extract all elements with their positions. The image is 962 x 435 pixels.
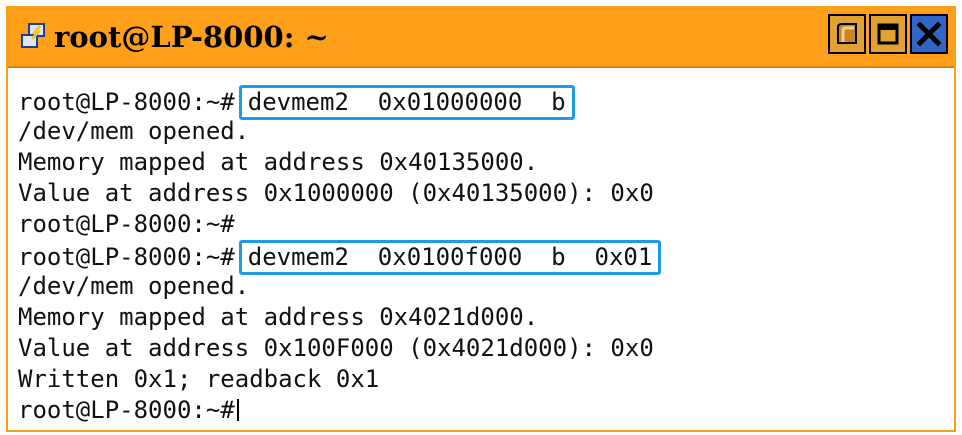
window-title: root@LP-8000: ~ [54, 20, 329, 54]
window-controls [828, 14, 948, 54]
output-line: Value at address 0x100F000 (0x4021d000):… [18, 333, 948, 364]
output-text: /dev/mem opened. [18, 117, 250, 145]
shell-prompt: root@LP-8000:~# [18, 88, 235, 116]
maximize-icon [877, 23, 899, 45]
prompt-line: root@LP-8000:~# [18, 209, 948, 240]
terminal-output[interactable]: root@LP-8000:~# devmem2 0x01000000 b/dev/… [18, 85, 948, 426]
title-bar[interactable]: root@LP-8000: ~ [8, 8, 954, 68]
highlighted-command: devmem2 0x0100f000 b 0x01 [238, 240, 662, 275]
close-icon [916, 21, 942, 47]
output-line: /dev/mem opened. [18, 116, 948, 147]
prompt-line: root@LP-8000:~# devmem2 0x0100f000 b 0x01 [18, 240, 948, 275]
minimize-icon [837, 23, 857, 44]
prompt-line: root@LP-8000:~# devmem2 0x01000000 b [18, 85, 948, 120]
prompt-line: root@LP-8000:~# [18, 395, 948, 426]
maximize-button[interactable] [869, 14, 907, 54]
close-button[interactable] [910, 14, 948, 54]
output-text: Memory mapped at address 0x4021d000. [18, 303, 539, 331]
minimize-button[interactable] [828, 14, 866, 54]
output-line: Memory mapped at address 0x40135000. [18, 147, 948, 178]
output-line: Value at address 0x1000000 (0x40135000):… [18, 178, 948, 209]
output-text: /dev/mem opened. [18, 272, 250, 300]
putty-terminal-icon[interactable] [18, 22, 48, 52]
output-line: Written 0x1; readback 0x1 [18, 364, 948, 395]
shell-prompt: root@LP-8000:~# [18, 243, 235, 271]
text-cursor [236, 399, 239, 421]
shell-prompt: root@LP-8000:~# [18, 396, 235, 424]
shell-prompt: root@LP-8000:~# [18, 210, 235, 238]
output-line: /dev/mem opened. [18, 271, 948, 302]
output-text: Value at address 0x100F000 (0x4021d000):… [18, 334, 654, 362]
highlighted-command: devmem2 0x01000000 b [238, 85, 575, 120]
output-line: Memory mapped at address 0x4021d000. [18, 302, 948, 333]
output-text: Value at address 0x1000000 (0x40135000):… [18, 179, 654, 207]
output-text: Memory mapped at address 0x40135000. [18, 148, 539, 176]
output-text: Written 0x1; readback 0x1 [18, 365, 380, 393]
terminal-window: root@LP-8000: ~ root@LP-8000:~# devmem2 … [6, 6, 956, 432]
